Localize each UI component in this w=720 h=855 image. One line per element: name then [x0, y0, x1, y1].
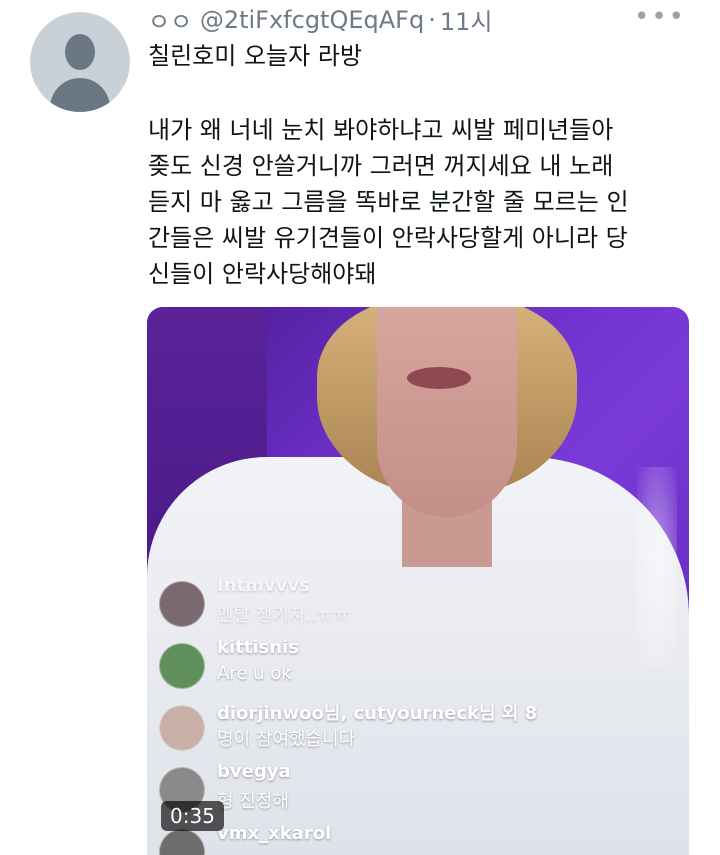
comment-message: 형 진정해 [217, 791, 289, 812]
video-mouth-shape [407, 367, 471, 389]
comment-user: diorjinwoo님, cutyourneck님 외 8 [217, 703, 538, 724]
live-comment: kittisnis Are u ok [159, 637, 579, 695]
separator: · [428, 5, 436, 34]
video-smoke-shape [637, 467, 677, 667]
body-line: 듣지 마 옳고 그름을 똑바로 분간할 줄 모르는 인 [148, 188, 629, 216]
user-handle[interactable]: @2tiFxfcgtQEqAFq [200, 6, 424, 34]
comment-user: bvegya [217, 761, 291, 782]
commenter-avatar [159, 643, 205, 689]
commenter-avatar [159, 581, 205, 627]
body-line: 신들이 안락사당해야돼 [148, 260, 377, 288]
comment-message: Are u ok [217, 663, 292, 684]
video-duration-badge: 0:35 [161, 801, 224, 831]
comment-user: kittisnis [217, 637, 299, 658]
video-player[interactable]: Intmvvvs 멘탈 챙기자..ㅠㅠ kittisnis Are u ok d… [147, 307, 689, 855]
comment-user: vmx_xkarol [217, 823, 332, 844]
more-dots-icon[interactable]: ••• [634, 2, 686, 32]
tweet-header: ㅇㅇ @2tiFxfcgtQEqAFq · 11시 [148, 2, 492, 37]
timestamp[interactable]: 11시 [440, 2, 493, 37]
body-line: 간들은 씨발 유기견들이 안락사당할게 아니라 당 [148, 224, 628, 252]
comment-message: 멘탈 챙기자..ㅠㅠ [217, 605, 351, 626]
comment-user: Intmvvvs [217, 575, 310, 596]
live-comment: Intmvvvs 멘탈 챙기자..ㅠㅠ [159, 575, 579, 633]
avatar-head-shape [65, 34, 95, 70]
video-face-shape [377, 307, 517, 517]
tweet-subtitle: 칠린호미 오늘자 라방 [148, 42, 362, 70]
body-line: 좆도 신경 안쓸거니까 그러면 꺼지세요 내 노래 [148, 152, 614, 180]
commenter-avatar [159, 705, 205, 751]
body-line: 내가 왜 너네 눈치 봐야하냐고 씨발 페미년들아 [148, 116, 614, 144]
avatar-body-shape [50, 78, 110, 112]
live-comment: diorjinwoo님, cutyourneck님 외 8 명이 참여했습니다 [159, 699, 579, 757]
tweet: ㅇㅇ @2tiFxfcgtQEqAFq · 11시 ••• 칠린호미 오늘자 라… [0, 0, 720, 855]
commenter-avatar [159, 829, 205, 855]
display-name[interactable]: ㅇㅇ [148, 2, 192, 37]
avatar[interactable] [30, 12, 130, 112]
tweet-body: 내가 왜 너네 눈치 봐야하냐고 씨발 페미년들아 좆도 신경 안쓸거니까 그러… [148, 112, 708, 292]
comment-message: 명이 참여했습니다 [217, 729, 356, 750]
